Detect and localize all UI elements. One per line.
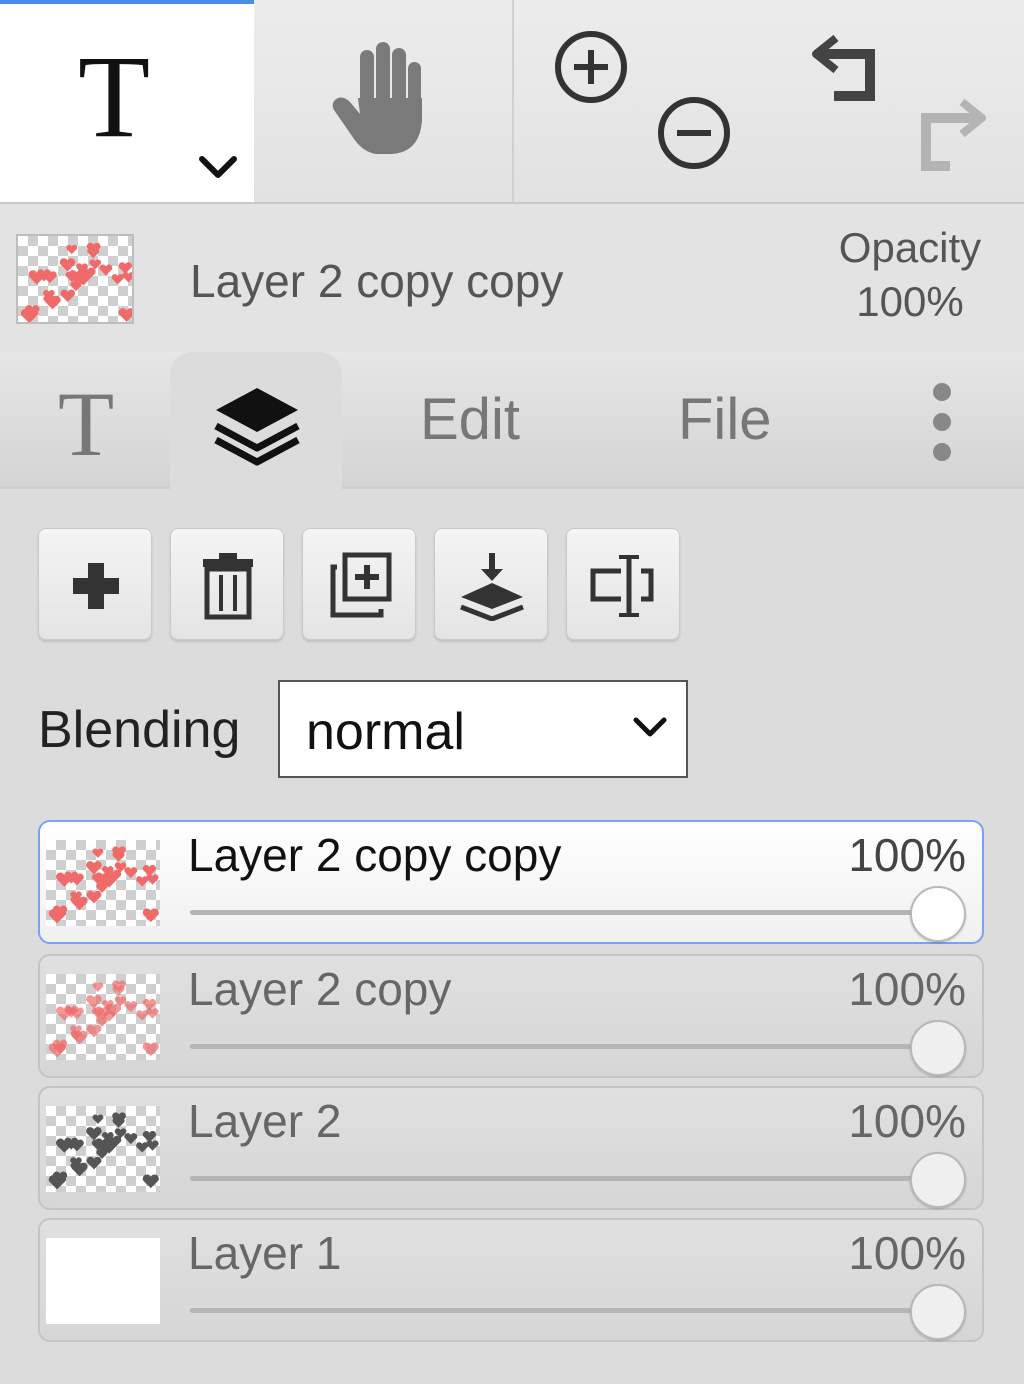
layer-item[interactable]: Layer 2 100% [38,1086,984,1210]
layer-opacity-value: 100% [848,963,966,1015]
panel-tabs: T Edit File [0,352,1024,489]
current-layer-thumbnail [16,234,134,324]
opacity-slider-track[interactable] [190,1044,934,1049]
opacity-label: Opacity [838,224,982,271]
toolbar: T [0,0,1024,204]
hand-icon [332,42,422,154]
opacity-value[interactable]: 100% [834,278,986,326]
layer-name: Layer 2 [188,1095,342,1147]
blending-select[interactable]: normal [278,680,688,778]
opacity-slider-track[interactable] [190,1176,934,1181]
opacity-slider-handle[interactable] [910,886,966,942]
add-layer-button[interactable] [38,528,152,640]
layer-item[interactable]: Layer 2 copy 100% [38,954,984,1078]
redo-button[interactable] [910,96,990,172]
opacity-slider-track[interactable] [190,1308,934,1313]
toolbar-divider [512,0,514,202]
current-layer-info: Layer 2 copy copy Opacity 100% [0,204,1024,352]
duplicate-icon [330,552,392,618]
chevron-down-icon [199,156,237,178]
blending-value: normal [306,703,465,761]
tab-text[interactable]: T [30,352,150,486]
more-menu-button[interactable] [920,352,964,486]
more-vertical-icon [933,383,951,461]
plus-icon [73,563,119,609]
trash-icon [203,553,253,620]
opacity-slider-handle[interactable] [910,1284,966,1340]
redo-icon [921,98,986,171]
text-tool-icon: T [78,31,151,162]
merge-down-button[interactable] [434,528,548,640]
layer-item[interactable]: Layer 1 100% [38,1218,984,1342]
layers-icon [214,388,300,466]
layer-name: Layer 1 [188,1227,342,1279]
zoom-in-icon [555,31,627,103]
layer-thumbnail [46,840,160,926]
blending-label: Blending [38,701,241,759]
opacity-slider-handle[interactable] [910,1020,966,1076]
undo-icon [812,34,875,101]
zoom-out-button[interactable] [655,94,733,172]
current-layer-name: Layer 2 copy copy [190,255,564,307]
tab-layers[interactable] [170,352,342,489]
zoom-out-icon [658,97,730,169]
layer-opacity-value: 100% [848,1227,966,1279]
chevron-down-icon [633,717,667,737]
text-icon: T [58,373,115,475]
merge-down-icon [460,553,524,621]
tab-file-label: File [678,387,772,452]
undo-button[interactable] [808,28,888,104]
opacity-slider-track[interactable] [190,910,934,915]
text-tool-button[interactable]: T [0,0,254,202]
layer-thumbnail [46,1106,160,1192]
hand-tool-button[interactable] [254,0,512,202]
duplicate-layer-button[interactable] [302,528,416,640]
layer-name: Layer 2 copy [188,963,452,1015]
rename-layer-button[interactable] [566,528,680,640]
tab-file[interactable]: File [678,352,798,486]
layer-opacity-value: 100% [848,1095,966,1147]
opacity-slider-handle[interactable] [910,1152,966,1208]
layer-item[interactable]: Layer 2 copy copy 100% [38,820,984,944]
layer-name: Layer 2 copy copy [188,829,562,881]
layer-opacity-value: 100% [848,829,966,881]
rename-icon [590,555,654,617]
layer-thumbnail [46,974,160,1060]
delete-layer-button[interactable] [170,528,284,640]
layer-thumbnail [46,1238,160,1324]
tab-edit[interactable]: Edit [420,352,540,486]
zoom-in-button[interactable] [552,28,630,106]
tab-edit-label: Edit [420,387,520,452]
